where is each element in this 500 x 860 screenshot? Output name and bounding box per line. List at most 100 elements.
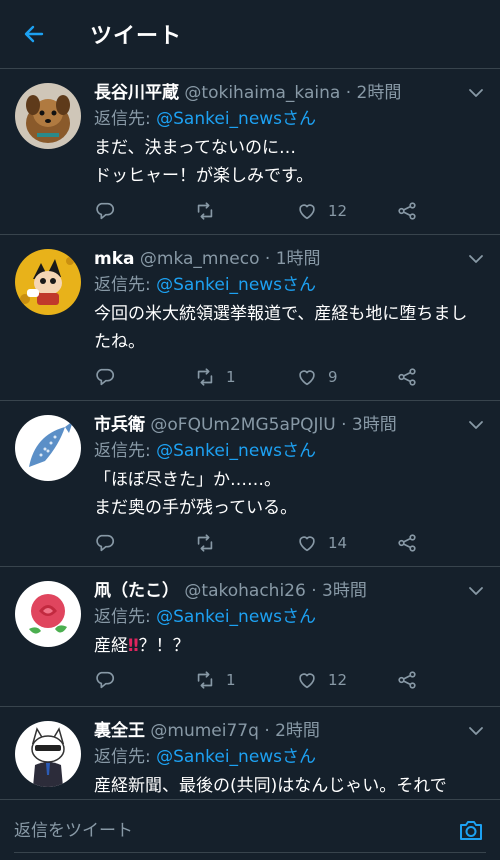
tweet-text: まだ、決まってないのに… ドッヒャー！が楽しみです。 [94, 138, 314, 186]
reply-prefix: 返信先: [94, 275, 157, 295]
reply-icon [96, 368, 114, 386]
chevron-down-icon[interactable] [468, 85, 484, 101]
reply-input[interactable] [14, 814, 434, 848]
like-button[interactable]: 12 [296, 197, 347, 225]
reply-prefix: 返信先: [94, 607, 157, 627]
dog-avatar-icon [15, 83, 81, 149]
tweet-item[interactable]: 凧（たこ） @takohachi26 · 3時間 返信先: @Sankei_ne… [0, 567, 500, 707]
timestamp: · 1時間 [264, 249, 321, 269]
back-button[interactable] [14, 14, 54, 54]
chevron-down-icon[interactable] [468, 417, 484, 433]
avatar[interactable] [15, 83, 81, 149]
tweet-header: 凧（たこ） @takohachi26 · 3時間 [94, 579, 460, 603]
timestamp: · 3時間 [311, 581, 367, 601]
reply-button[interactable] [94, 197, 126, 225]
share-icon [398, 368, 416, 386]
display-name[interactable]: 市兵衛 [94, 415, 145, 435]
tweet-header: 長谷川平蔵 @tokihaima_kaina · 2時間 [94, 81, 460, 105]
camera-icon[interactable] [457, 816, 485, 844]
share-button[interactable] [396, 529, 418, 557]
display-name[interactable]: 凧（たこ） [94, 581, 179, 601]
tweet-text: 産経新聞、最後の(共同)はなんじゃい。それで [94, 776, 447, 796]
reply-button[interactable] [94, 666, 126, 694]
reply-compose-bar [0, 799, 500, 860]
tweet-actions: 1 12 [94, 666, 480, 694]
reply-button[interactable] [94, 529, 126, 557]
user-handle[interactable]: @oFQUm2MG5aPQJlU [150, 415, 335, 435]
reply-mention-link[interactable]: @Sankei_newsさん [156, 275, 316, 295]
share-icon [398, 202, 416, 220]
tweet-item[interactable]: mka @mka_mneco · 1時間 返信先: @Sankei_newsさん… [0, 235, 500, 401]
tweet-actions: 1 9 [94, 363, 480, 391]
tweet-actions: 14 [94, 529, 480, 557]
like-icon [299, 673, 315, 689]
share-button[interactable] [396, 197, 418, 225]
user-handle[interactable]: @tokihaima_kaina [184, 83, 340, 103]
tweet-text: 今回の米大統領選挙報道で、産経も地に堕ちましたね。 [94, 304, 468, 352]
reply-mention-link[interactable]: @Sankei_newsさん [156, 441, 316, 461]
chevron-down-icon[interactable] [468, 251, 484, 267]
retweet-count: 1 [226, 368, 236, 386]
tweet-header: 市兵衛 @oFQUm2MG5aPQJlU · 3時間 [94, 413, 460, 437]
reply-to-line: 返信先: @Sankei_newsさん [94, 745, 316, 769]
rose-avatar-icon [15, 581, 81, 647]
reply-to-line: 返信先: @Sankei_newsさん [94, 107, 316, 131]
whale-shark-avatar-icon [15, 415, 81, 481]
display-name[interactable]: 長谷川平蔵 [94, 83, 179, 103]
avatar[interactable] [15, 415, 81, 481]
reply-icon [96, 202, 114, 220]
reply-list[interactable]: 長谷川平蔵 @tokihaima_kaina · 2時間 返信先: @Sanke… [0, 69, 500, 799]
share-button[interactable] [396, 666, 418, 694]
like-icon [299, 204, 315, 220]
tweet-item[interactable]: 裏全王 @mumei77q · 2時間 返信先: @Sankei_newsさん … [0, 707, 500, 799]
retweet-icon [197, 671, 213, 689]
retweet-icon [197, 202, 213, 220]
reply-mention-link[interactable]: @Sankei_newsさん [156, 109, 316, 129]
reply-mention-link[interactable]: @Sankei_newsさん [156, 747, 316, 767]
like-count: 14 [328, 534, 348, 552]
timestamp: · 3時間 [341, 415, 397, 435]
retweet-button[interactable]: 1 [194, 363, 236, 391]
tweet-text: 「ほぼ尽きた」か……。 まだ奥の手が残っている。 [94, 470, 298, 518]
retweet-icon [197, 534, 213, 552]
tweet-item[interactable]: 市兵衛 @oFQUm2MG5aPQJlU · 3時間 返信先: @Sankei_… [0, 401, 500, 567]
page-title: ツイート [90, 24, 183, 49]
retweet-button[interactable]: 1 [194, 666, 236, 694]
exclamation-emoji: ‼ [128, 636, 139, 656]
share-button[interactable] [396, 363, 418, 391]
like-button[interactable]: 14 [296, 529, 347, 557]
tweet-text: 産経‼？！？ [94, 632, 480, 660]
like-count: 12 [328, 202, 348, 220]
user-handle[interactable]: @takohachi26 [184, 581, 305, 601]
avatar[interactable] [15, 721, 81, 787]
display-name[interactable]: mka [94, 249, 135, 269]
timestamp: · 2時間 [345, 83, 402, 103]
share-icon [398, 534, 416, 552]
tweet-text-main: 産経 [94, 636, 128, 656]
reply-to-line: 返信先: @Sankei_newsさん [94, 439, 316, 463]
share-icon [398, 671, 416, 689]
like-icon [299, 536, 315, 552]
reply-icon [96, 534, 114, 552]
avatar[interactable] [15, 249, 81, 315]
reply-to-line: 返信先: @Sankei_newsさん [94, 605, 316, 629]
reply-prefix: 返信先: [94, 441, 157, 461]
user-handle[interactable]: @mumei77q [150, 721, 259, 741]
display-name[interactable]: 裏全王 [94, 721, 145, 741]
reply-button[interactable] [94, 363, 126, 391]
avatar[interactable] [15, 581, 81, 647]
retweet-button[interactable] [194, 197, 226, 225]
reply-to-line: 返信先: @Sankei_newsさん [94, 273, 316, 297]
like-icon [299, 370, 315, 386]
tweet-item[interactable]: 長谷川平蔵 @tokihaima_kaina · 2時間 返信先: @Sanke… [0, 69, 500, 235]
tweet-actions: 12 [94, 197, 480, 225]
reply-mention-link[interactable]: @Sankei_newsさん [156, 607, 316, 627]
like-button[interactable]: 9 [296, 363, 338, 391]
chevron-down-icon[interactable] [468, 583, 484, 599]
like-button[interactable]: 12 [296, 666, 347, 694]
timestamp: · 2時間 [264, 721, 320, 741]
like-count: 12 [328, 671, 348, 689]
retweet-button[interactable] [194, 529, 226, 557]
user-handle[interactable]: @mka_mneco [140, 249, 260, 269]
chevron-down-icon[interactable] [468, 723, 484, 739]
